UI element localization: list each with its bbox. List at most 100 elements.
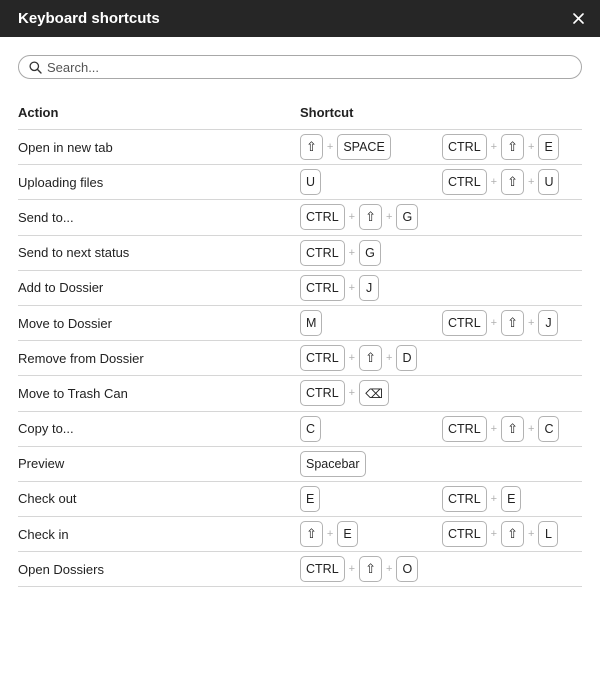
shortcut-column-header: Shortcut [300, 104, 354, 120]
table-row: Preview Spacebar [18, 447, 582, 482]
shortcut-cell: C CTRL + ⇧ + C [300, 415, 584, 442]
shortcut-cell: M CTRL + ⇧ + J [300, 310, 584, 337]
shift-key-icon: ⇧ [501, 134, 524, 161]
shortcut-cell: E CTRL + E [300, 485, 584, 512]
shift-key-icon: ⇧ [359, 556, 382, 583]
dialog-title: Keyboard shortcuts [18, 10, 160, 27]
plus-separator: + [348, 211, 356, 224]
keycap: G [359, 239, 381, 266]
keycap: Spacebar [300, 450, 366, 477]
plus-separator: + [326, 141, 334, 154]
shortcut-cell: CTRL + ⇧ + G [300, 204, 582, 231]
keycap: CTRL [300, 380, 345, 407]
keycap: CTRL [442, 415, 487, 442]
close-button[interactable] [570, 11, 586, 27]
key-combination: CTRL + ⇧ + O [300, 556, 442, 583]
search-input[interactable] [47, 57, 581, 77]
keycap: J [538, 310, 559, 337]
table-row: Open in new tab ⇧ + SPACE CTRL + ⇧ + E [18, 130, 582, 166]
action-label: Remove from Dossier [18, 350, 144, 366]
key-combination: E [300, 485, 442, 512]
plus-separator: + [490, 528, 498, 541]
plus-separator: + [528, 317, 535, 330]
shortcut-cell: U CTRL + ⇧ + U [300, 169, 584, 196]
plus-separator: + [490, 317, 498, 330]
shift-key-icon: ⇧ [359, 204, 382, 231]
table-row: Add to Dossier CTRL + J [18, 271, 582, 306]
shortcut-cell: CTRL + ⇧ + O [300, 556, 582, 583]
keycap: CTRL [300, 204, 345, 231]
plus-separator: + [348, 352, 356, 365]
keycap: D [396, 345, 418, 372]
keycap: SPACE [337, 134, 391, 161]
key-combination: CTRL + ⇧ + D [300, 345, 442, 372]
keycap: E [538, 134, 559, 161]
key-combination: Spacebar [300, 450, 442, 477]
keycap: CTRL [442, 485, 487, 512]
keycap: CTRL [442, 310, 487, 337]
keycap: CTRL [442, 521, 487, 548]
key-combination: CTRL + ⇧ + L [442, 521, 584, 548]
keycap: M [300, 310, 323, 337]
action-label: Move to Trash Can [18, 385, 128, 401]
plus-separator: + [348, 246, 356, 259]
shortcut-cell: Spacebar [300, 450, 582, 477]
key-combination: CTRL + ⇧ + J [442, 310, 584, 337]
shortcut-cell: ⇧ + E CTRL + ⇧ + L [300, 521, 584, 548]
keyboard-shortcuts-dialog: Keyboard shortcuts Action Shortcut Open … [0, 0, 600, 690]
keycap: E [337, 521, 358, 548]
action-label: Add to Dossier [18, 280, 104, 296]
keycap: CTRL [300, 556, 345, 583]
key-combination: M [300, 310, 442, 337]
action-label: Uploading files [18, 174, 104, 190]
shift-key-icon: ⇧ [501, 415, 524, 442]
shift-key-icon: ⇧ [501, 169, 524, 196]
table-row: Open Dossiers CTRL + ⇧ + O [18, 552, 582, 588]
keycap: CTRL [300, 345, 345, 372]
shift-key-icon: ⇧ [300, 521, 323, 548]
key-combination: CTRL + E [442, 485, 584, 512]
plus-separator: + [348, 563, 356, 576]
plus-separator: + [528, 141, 535, 154]
search-box[interactable] [18, 55, 582, 79]
keycap: L [538, 521, 559, 548]
keycap: G [396, 204, 419, 231]
backspace-key-icon: ⌫ [359, 380, 389, 407]
action-label: Check in [18, 526, 69, 542]
key-combination: CTRL + ⇧ + U [442, 169, 584, 196]
plus-separator: + [528, 176, 535, 189]
table-header: Action Shortcut [18, 95, 582, 130]
keycap: CTRL [300, 239, 345, 266]
key-combination: C [300, 415, 442, 442]
plus-separator: + [490, 176, 498, 189]
action-label: Send to... [18, 209, 74, 225]
action-column-header: Action [18, 104, 59, 120]
keycap: J [359, 274, 380, 301]
shift-key-icon: ⇧ [501, 310, 524, 337]
table-row: Move to Dossier M CTRL + ⇧ + J [18, 306, 584, 342]
key-combination: CTRL + ⇧ + G [300, 204, 442, 231]
action-label: Open Dossiers [18, 561, 104, 577]
shift-key-icon: ⇧ [359, 345, 382, 372]
plus-separator: + [326, 528, 334, 541]
keycap: U [538, 169, 560, 196]
action-label: Check out [18, 491, 77, 507]
table-row: Remove from Dossier CTRL + ⇧ + D [18, 341, 582, 377]
close-icon [572, 13, 584, 24]
key-combination: ⇧ + E [300, 521, 442, 548]
plus-separator: + [528, 528, 535, 541]
table-row: Check out E CTRL + E [18, 482, 584, 518]
shortcut-cell: CTRL + ⇧ + D [300, 345, 582, 372]
action-label: Preview [18, 456, 65, 472]
key-combination: CTRL + ⇧ + C [442, 415, 584, 442]
shortcut-cell: CTRL + J [300, 274, 582, 301]
action-label: Open in new tab [18, 139, 113, 155]
keycap: CTRL [442, 169, 487, 196]
table-body: Open in new tab ⇧ + SPACE CTRL + ⇧ + E Uploading … [18, 130, 584, 588]
plus-separator: + [386, 211, 393, 224]
plus-separator: + [386, 352, 393, 365]
table-row: Move to Trash Can CTRL + ⌫ [18, 376, 582, 412]
shift-key-icon: ⇧ [300, 134, 323, 161]
keycap: O [396, 556, 419, 583]
plus-separator: + [386, 563, 393, 576]
